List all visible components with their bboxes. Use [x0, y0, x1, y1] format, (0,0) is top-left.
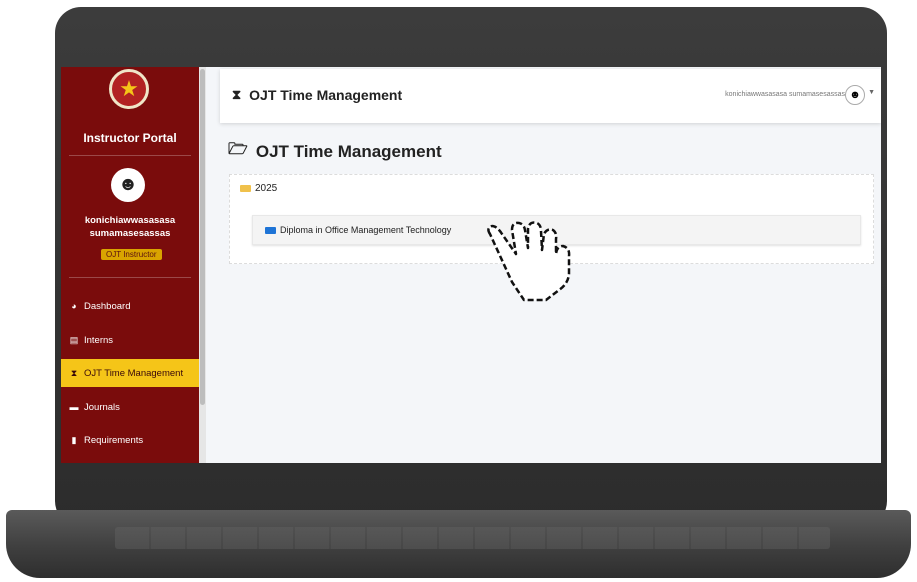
sidebar-scrollbar-thumb[interactable] [200, 69, 205, 405]
portal-title: Instructor Portal [83, 131, 177, 145]
sidebar-item-label: OJT Time Management [84, 367, 184, 379]
year-folder[interactable]: 2025 [240, 183, 277, 194]
folder-icon [265, 226, 276, 234]
year-label: 2025 [255, 183, 278, 194]
folder-icon [240, 185, 251, 192]
tachometer-icon: ◕ [71, 301, 77, 311]
laptop-keyboard [115, 527, 830, 549]
topbar-title: ⧗ OJT Time Management [232, 87, 402, 103]
sidebar-item-journals[interactable]: ▬ Journals [61, 393, 199, 421]
book-icon: ▬ [69, 402, 79, 412]
hourglass-icon: ⧗ [232, 87, 242, 102]
sidebar-divider [69, 155, 191, 156]
sidebar-item-label: Dashboard [84, 300, 131, 312]
folder-open-icon: 🗁 [228, 141, 248, 158]
topbar-user-name[interactable]: konichiawwasasasa sumamasesassas [725, 91, 845, 98]
file-icon: ▮ [71, 434, 77, 445]
chevron-down-icon[interactable]: ▼ [868, 89, 875, 96]
user-name: konichiawwasasasa sumamasesassas [61, 214, 199, 240]
hourglass-icon: ⧗ [70, 367, 78, 378]
sidebar-item-label: Interns [84, 334, 114, 346]
school-logo: ★ [109, 69, 149, 109]
star-icon: ★ [119, 76, 139, 101]
role-badge: OJT Instructor [101, 249, 162, 260]
id-card-icon: ▤ [69, 334, 79, 345]
user-avatar[interactable]: ☻ [845, 85, 865, 105]
topbar: ⧗ OJT Time Management konichiawwasasasa … [220, 69, 881, 123]
page-title: 🗁 OJT Time Management [228, 138, 442, 165]
program-label: Diploma in Office Management Technology [280, 225, 452, 235]
sidebar-item-label: Journals [84, 401, 120, 413]
sidebar-item-ojt-time-management[interactable]: ⧗ OJT Time Management [61, 359, 199, 387]
sidebar-item-dashboard[interactable]: ◕ Dashboard [61, 292, 199, 320]
sidebar-item-label: Requirements [84, 434, 144, 446]
topbar-title-text: OJT Time Management [249, 87, 403, 103]
sidebar: ★ Instructor Portal ☻ konichiawwasasasa … [61, 67, 199, 463]
avatar: ☻ [111, 168, 145, 202]
sidebar-divider [69, 277, 191, 278]
sidebar-item-interns[interactable]: ▤ Interns [61, 326, 199, 354]
hand-pointer-icon [487, 221, 571, 302]
user-name-line2: sumamasesassas [89, 228, 171, 239]
screen: ★ Instructor Portal ☻ konichiawwasasasa … [61, 67, 881, 463]
sidebar-item-requirements[interactable]: ▮ Requirements [61, 426, 199, 454]
user-name-line1: konichiawwasasasa [84, 215, 176, 226]
page-title-text: OJT Time Management [255, 141, 442, 161]
